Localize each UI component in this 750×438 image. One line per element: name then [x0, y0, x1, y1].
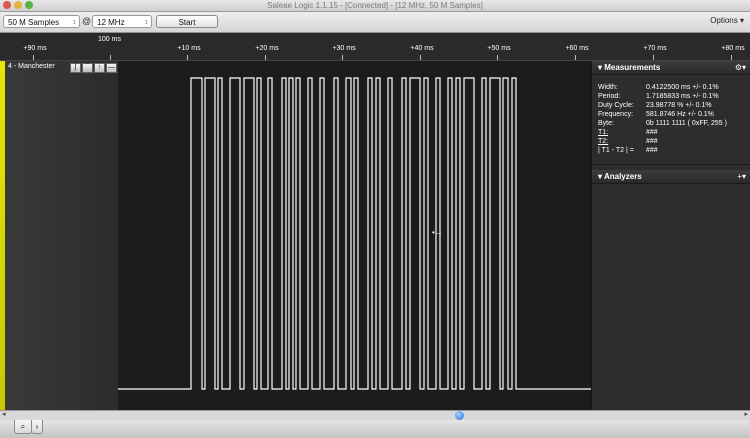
measurement-label: Frequency:	[598, 111, 634, 118]
options-menu[interactable]: Options ▾	[710, 16, 744, 25]
scroll-left-icon[interactable]: ◂	[2, 410, 6, 418]
manchester-waveform	[118, 77, 591, 390]
measurement-value: 0b 1111 1111 ( 0xFF, 255 )	[646, 120, 727, 127]
ruler-tick-mark	[33, 55, 34, 60]
ruler-tick-label: +30 ms	[332, 45, 356, 52]
sample-count-select[interactable]: 50 M Samples ↕	[3, 15, 80, 28]
measurement-label: | T1 - T2 | =	[598, 147, 634, 154]
start-button[interactable]: Start	[156, 15, 218, 28]
ruler-tick-mark	[265, 55, 266, 60]
measurements-gear-icon[interactable]: ⚙▾	[735, 62, 746, 73]
trigger-pulse-button[interactable]: ʃ	[70, 63, 81, 73]
trigger-low-button[interactable]: —	[106, 63, 117, 73]
toolbar: 50 M Samples ↕ @ 12 MHz ↕ Start Options …	[0, 12, 750, 33]
trigger-buttons: ʃ ‾ ↑ —	[70, 63, 117, 73]
measurement-label: Duty Cycle:	[598, 102, 634, 109]
channel-color-bar	[0, 61, 5, 410]
next-tab-icon[interactable]: ›	[31, 420, 43, 434]
ruler-tick-mark	[653, 55, 654, 60]
channel-name[interactable]: 4 - Manchester	[8, 63, 55, 70]
trigger-rising-button[interactable]: ↑	[94, 63, 105, 73]
measurement-value: 1.7185833 ms +/- 0.1%	[646, 93, 719, 100]
search-tab-icon[interactable]: ⌕	[14, 420, 32, 434]
sample-rate-select[interactable]: 12 MHz ↕	[92, 15, 152, 28]
measurements-header[interactable]: ▾ Measurements ⚙▾	[592, 61, 750, 75]
sample-count-value: 50 M Samples	[8, 18, 60, 27]
ruler-tick-mark	[731, 55, 732, 60]
measurements-title: ▾ Measurements	[598, 63, 661, 72]
ruler-tick-label: +10 ms	[177, 45, 201, 52]
mouse-cursor-icon: •→	[432, 228, 443, 237]
add-analyzer-icon[interactable]: +▾	[737, 171, 746, 182]
scroll-right-icon[interactable]: ▸	[744, 410, 748, 418]
waveform-area[interactable]: •→	[118, 61, 591, 410]
measurement-label: Width:	[598, 84, 618, 91]
channel-panel: 4 - Manchester ʃ ‾ ↑ —	[0, 61, 118, 410]
ruler-tick-label: +20 ms	[255, 45, 279, 52]
measurement-value: ###	[646, 147, 658, 154]
window-title: Saleae Logic 1.1.15 - [Connected] - [12 …	[267, 1, 483, 10]
select-arrows-icon: ↕	[72, 19, 77, 26]
measurement-label: Period:	[598, 93, 621, 100]
timing-marker-t1-link[interactable]: T1:	[598, 129, 608, 136]
waveform-canvas	[118, 77, 591, 390]
analyzers-header[interactable]: ▾ Analyzers +▾	[592, 170, 750, 184]
scroll-thumb[interactable]	[455, 411, 464, 420]
time-ruler[interactable]: 100 ms +90 ms +10 ms +20 ms +30 ms +40 m…	[0, 33, 750, 61]
ruler-tick-mark	[420, 55, 421, 60]
bottom-tab-bar: ⌕ ›	[0, 420, 750, 438]
panel-divider	[592, 164, 750, 165]
select-arrows-icon: ↕	[144, 19, 149, 26]
ruler-tick-label: +80 ms	[721, 45, 745, 52]
window-title-bar: Saleae Logic 1.1.15 - [Connected] - [12 …	[0, 0, 750, 12]
right-panel: ▾ Measurements ⚙▾ Width: 0.4122500 ms +/…	[591, 61, 750, 410]
measurement-value: ###	[646, 129, 658, 136]
ruler-tick-label: +60 ms	[565, 45, 589, 52]
analyzers-title: ▾ Analyzers	[598, 172, 642, 181]
ruler-tick-mark	[110, 55, 111, 60]
ruler-tick-label: +50 ms	[487, 45, 511, 52]
sample-rate-value: 12 MHz	[97, 18, 125, 27]
trigger-high-button[interactable]: ‾	[82, 63, 93, 73]
ruler-tick-label: +40 ms	[410, 45, 434, 52]
measurement-value: 23.98778 % +/- 0.1%	[646, 102, 712, 109]
timing-marker-t2-link[interactable]: T2:	[598, 138, 608, 145]
measurement-value: ###	[646, 138, 658, 145]
ruler-tick-label: +90 ms	[23, 45, 47, 52]
ruler-reference-label: 100 ms	[98, 36, 121, 43]
ruler-tick-mark	[497, 55, 498, 60]
ruler-tick-mark	[187, 55, 188, 60]
at-sign: @	[82, 16, 92, 26]
ruler-tick-mark	[575, 55, 576, 60]
measurement-value: 0.4122500 ms +/- 0.1%	[646, 84, 719, 91]
measurement-label: Byte:	[598, 120, 614, 127]
measurement-value: 581.8746 Hz +/- 0.1%	[646, 111, 714, 118]
horizontal-scrollbar[interactable]: ◂ ▸	[0, 410, 750, 420]
ruler-tick-label: +70 ms	[643, 45, 667, 52]
ruler-tick-mark	[342, 55, 343, 60]
